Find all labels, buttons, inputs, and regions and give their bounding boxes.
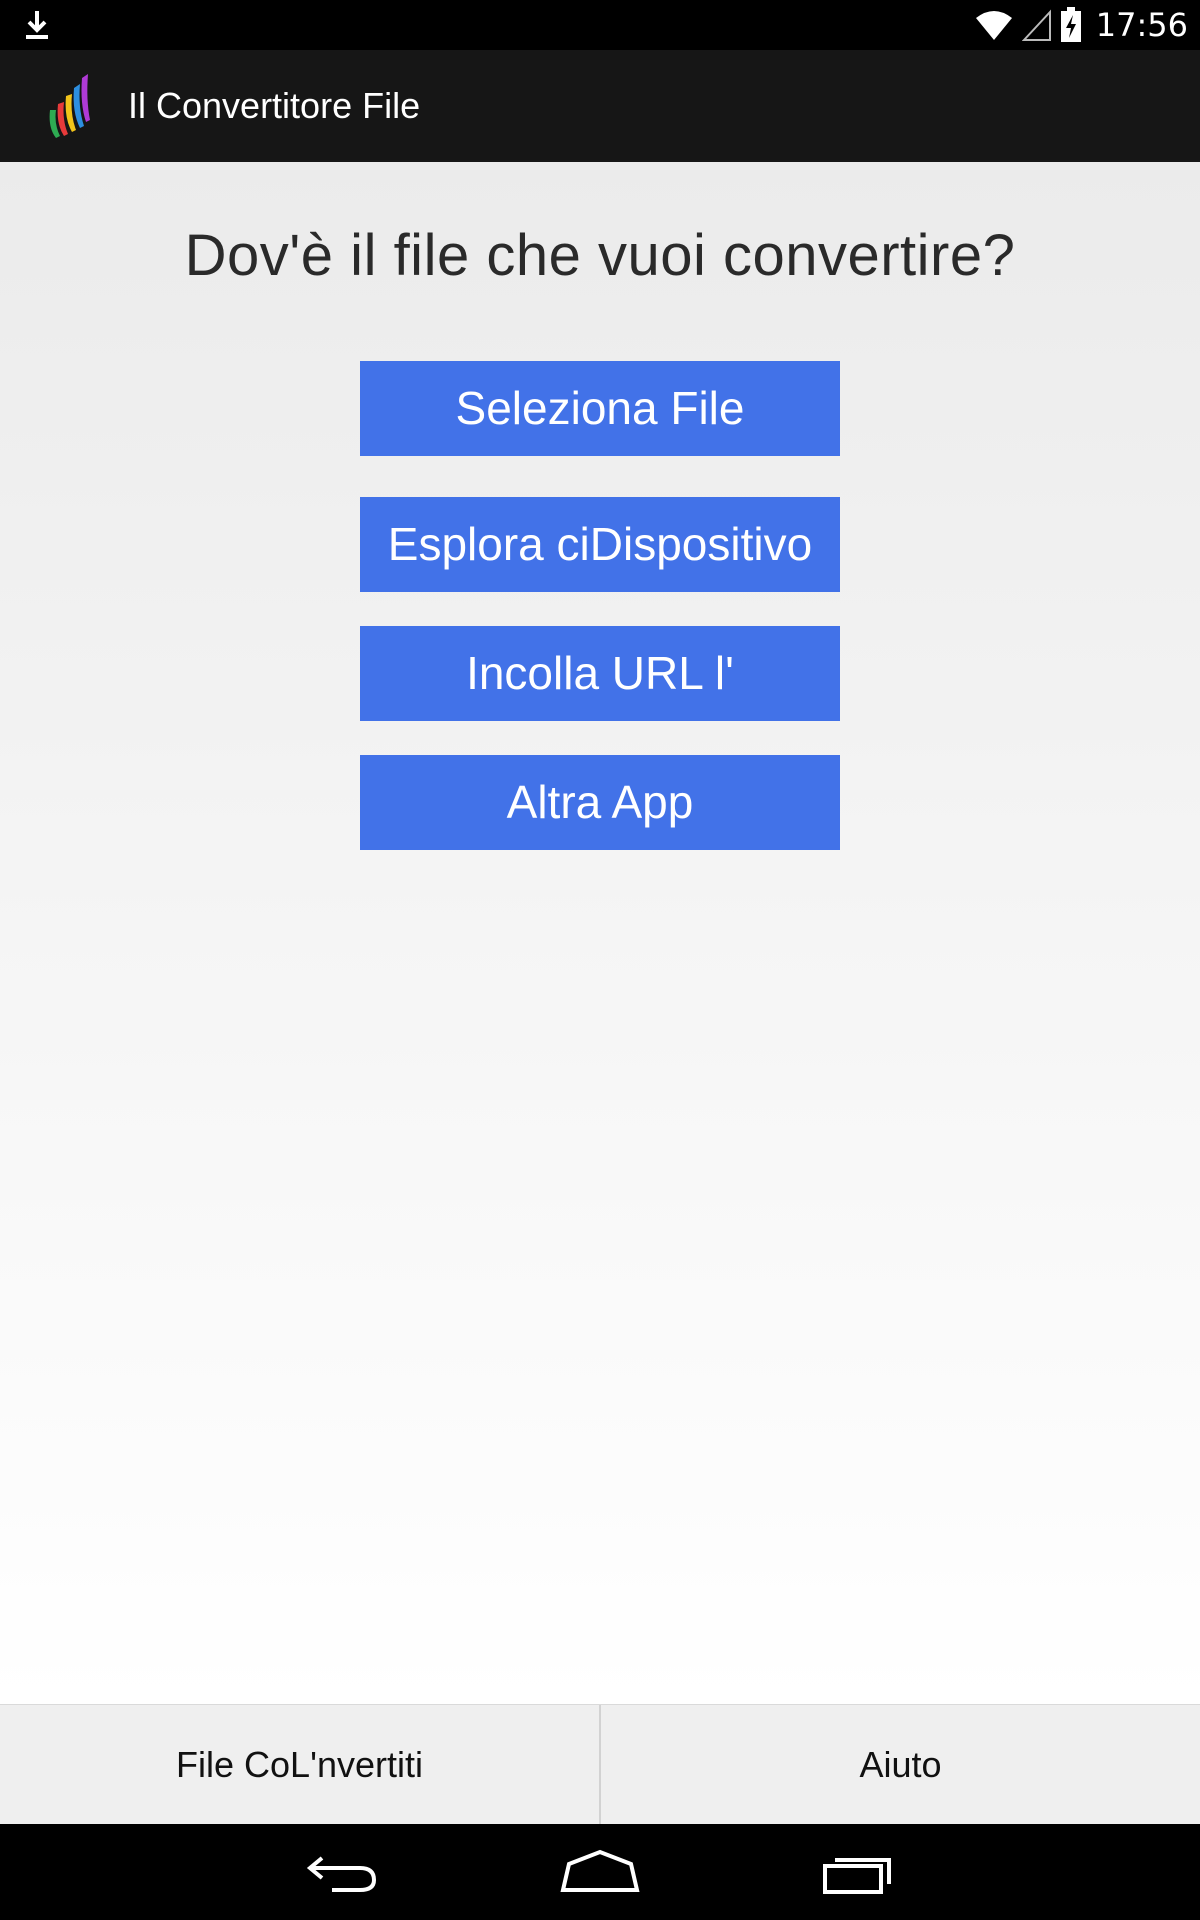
status-bar: 17:56 xyxy=(0,0,1200,50)
navigation-bar xyxy=(0,1824,1200,1920)
back-icon[interactable] xyxy=(298,1842,388,1902)
tab-help[interactable]: Aiuto xyxy=(601,1705,1200,1825)
main-content: Dov'è il file che vuoi convertire? Selez… xyxy=(0,162,1200,1704)
home-icon[interactable] xyxy=(555,1842,645,1902)
wifi-icon xyxy=(975,11,1012,40)
app-logo-icon xyxy=(49,74,90,138)
battery-charging-icon xyxy=(1060,7,1081,42)
status-time: 17:56 xyxy=(1095,6,1188,44)
tab-converted-files[interactable]: File CoL'nvertiti xyxy=(0,1705,599,1825)
signal-icon xyxy=(1021,9,1051,41)
select-file-button[interactable]: Seleziona File xyxy=(360,361,840,456)
paste-url-button[interactable]: Incolla URL l' xyxy=(360,626,840,721)
recents-icon[interactable] xyxy=(813,1842,903,1902)
action-bar: Il Convertitore File xyxy=(0,50,1200,162)
explore-device-button[interactable]: Esplora ciDispositivo xyxy=(360,497,840,592)
download-icon xyxy=(26,11,48,39)
other-app-button[interactable]: Altra App xyxy=(360,755,840,850)
page-question: Dov'è il file che vuoi convertire? xyxy=(184,223,1016,288)
app-title: Il Convertitore File xyxy=(128,85,421,126)
bottom-tab-bar: File CoL'nvertiti Aiuto xyxy=(0,1704,1200,1825)
